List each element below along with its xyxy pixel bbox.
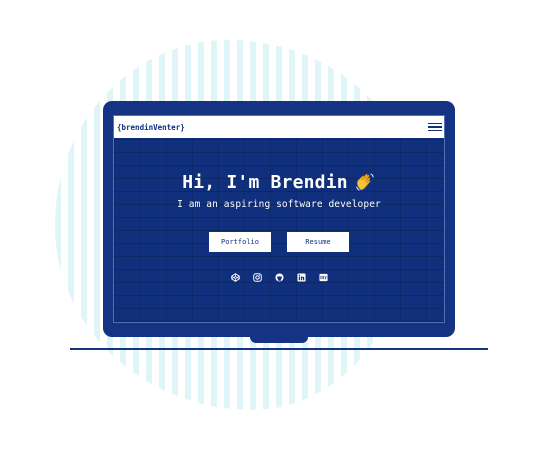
laptop-base-line: [70, 348, 488, 350]
hero-buttons: Portfolio Resume: [114, 232, 444, 252]
laptop-base-notch: [250, 336, 308, 343]
hero-subtitle: I am an aspiring software developer: [177, 199, 381, 210]
linkedin-icon[interactable]: [296, 273, 306, 282]
instagram-icon[interactable]: [252, 273, 262, 282]
codepen-icon[interactable]: [230, 273, 240, 282]
waving-hand-icon: [356, 173, 374, 191]
hero-title: Hi, I'm Brendin: [182, 171, 348, 193]
social-links: [114, 273, 444, 282]
site-logo[interactable]: {brendinVenter}: [117, 123, 185, 132]
resume-button[interactable]: Resume: [287, 232, 349, 252]
dev-icon[interactable]: [318, 273, 328, 282]
navbar: {brendinVenter}: [114, 116, 444, 138]
laptop-frame: {brendinVenter} Hi, I'm Brendin I am an …: [103, 101, 455, 337]
portfolio-button[interactable]: Portfolio: [209, 232, 271, 252]
laptop-screen: {brendinVenter} Hi, I'm Brendin I am an …: [113, 115, 445, 323]
github-icon[interactable]: [274, 273, 284, 282]
hamburger-menu-icon[interactable]: [428, 122, 442, 132]
hero-title-row: Hi, I'm Brendin: [182, 171, 376, 193]
hero-section: Hi, I'm Brendin I am an aspiring softwar…: [114, 171, 444, 211]
